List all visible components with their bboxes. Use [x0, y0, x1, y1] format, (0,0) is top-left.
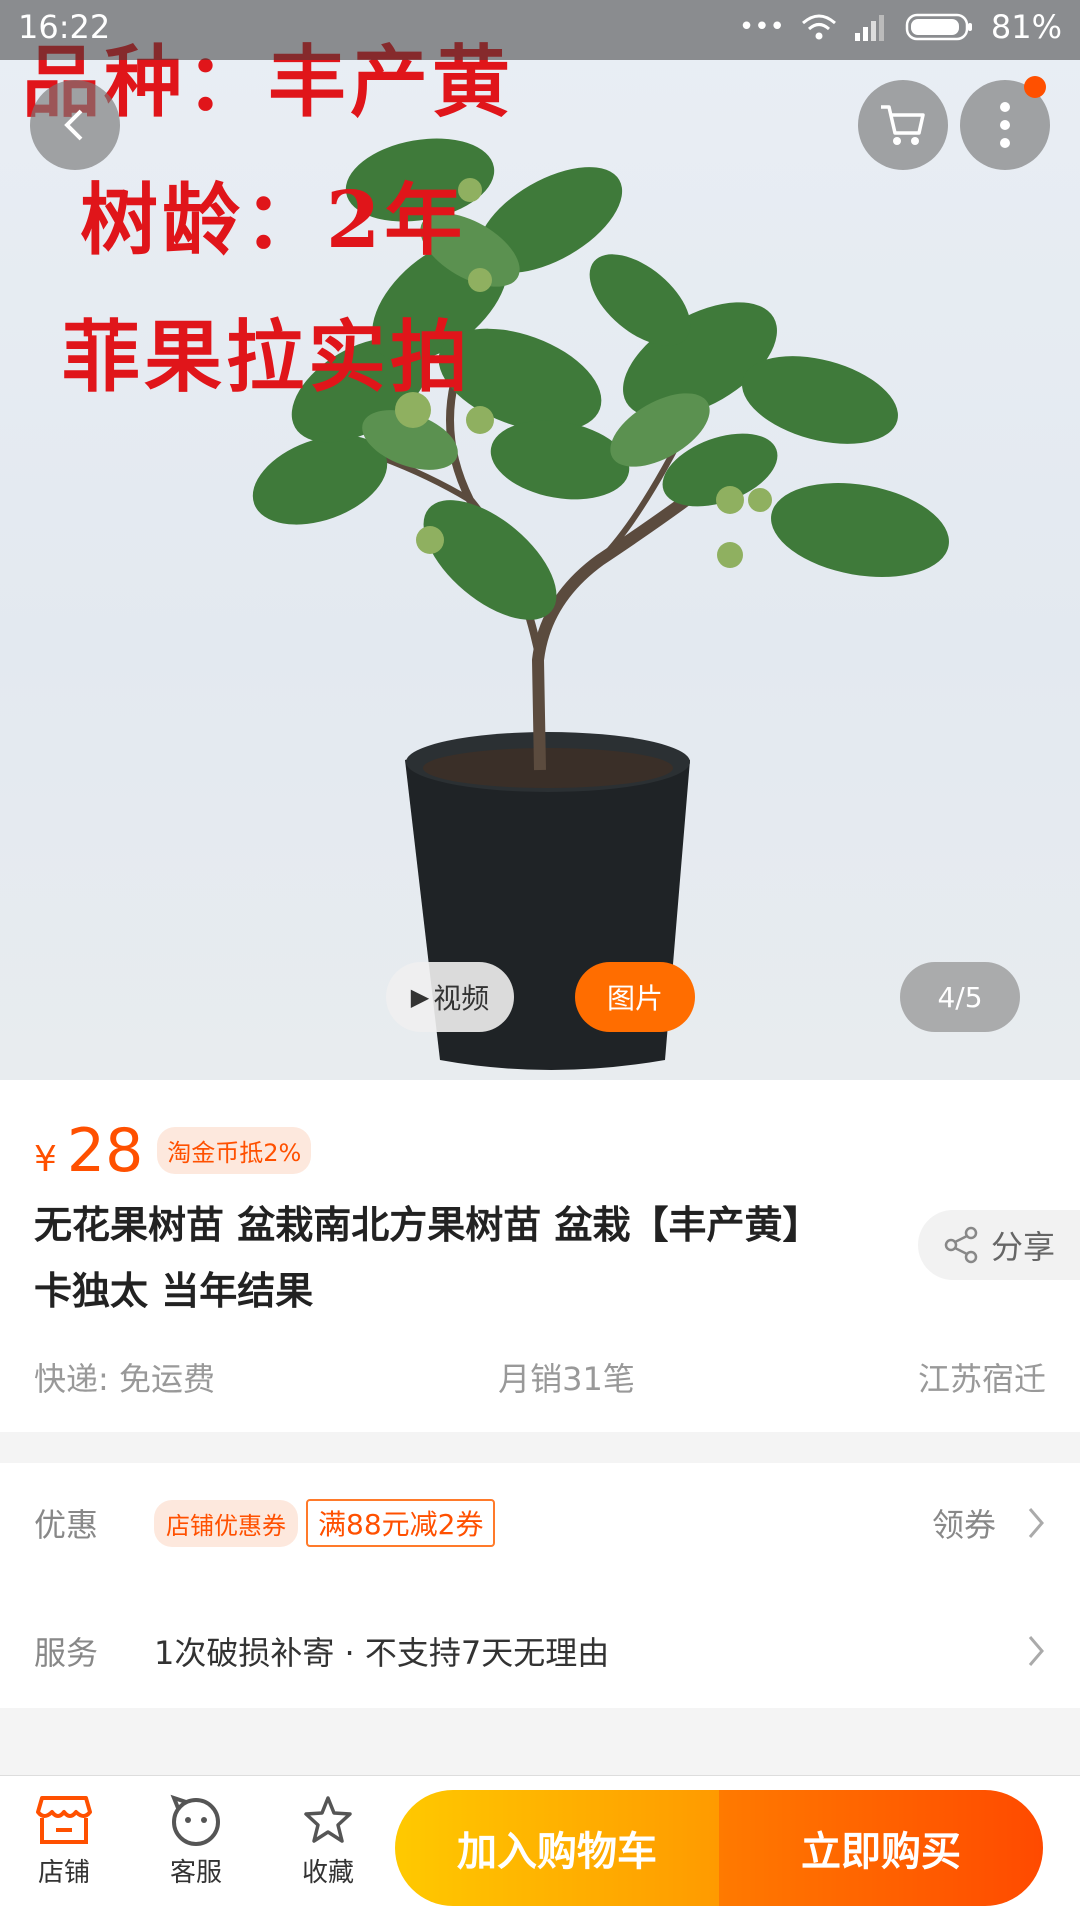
coupon-tag: 满88元减2券	[306, 1499, 496, 1547]
product-image-carousel[interactable]: 品种：丰产黄 树龄：2年 菲果拉实拍 ▶ 视频 图片 4/5	[0, 0, 1080, 1080]
share-label: 分享	[990, 1228, 1055, 1266]
service-row[interactable]: 服务 1次破损补寄 · 不支持7天无理由	[34, 1611, 1046, 1691]
more-vertical-icon	[1000, 102, 1010, 148]
chevron-right-icon	[1028, 1636, 1044, 1666]
favorite-label: 收藏	[301, 1858, 354, 1888]
store-icon	[36, 1796, 92, 1844]
price-row: ¥ 28 淘金币抵2%	[34, 1116, 312, 1186]
back-arrow-icon	[64, 109, 83, 141]
shop-coupon-tag: 店铺优惠券	[154, 1499, 298, 1547]
monthly-sales: 月销31笔	[498, 1360, 635, 1398]
promotions-label: 优惠	[34, 1506, 99, 1544]
promotions-row[interactable]: 优惠 店铺优惠券 满88元减2券 领券	[34, 1483, 1046, 1563]
wifi-icon	[801, 14, 836, 40]
image-counter-text: 4/5	[937, 980, 983, 1014]
product-title: 无花果树苗 盆栽南北方果树苗 盆栽【丰产黄】卡独太 当年结果	[34, 1203, 821, 1313]
video-tab[interactable]: ▶ 视频	[386, 962, 514, 1032]
cart-icon	[881, 105, 925, 145]
notification-dot	[1024, 76, 1046, 98]
service-label: 服务	[34, 1634, 99, 1672]
coin-discount-tag: 淘金币抵2%	[157, 1127, 312, 1174]
service-items: 1次破损补寄 · 不支持7天无理由	[154, 1634, 610, 1672]
overlay-age: 树龄：2年	[80, 175, 467, 266]
price-value: 28	[66, 1116, 144, 1186]
image-tab[interactable]: 图片	[575, 962, 695, 1032]
shop-tab[interactable]: 店铺	[14, 1794, 114, 1889]
get-coupon-link[interactable]: 领券	[932, 1500, 996, 1546]
product-meta: 快递: 免运费 月销31笔 江苏宿迁	[34, 1354, 1046, 1400]
shop-label: 店铺	[37, 1858, 90, 1888]
status-bar: 16:22 ••• 81%	[0, 0, 1080, 60]
status-time: 16:22	[18, 8, 111, 46]
customer-service-tab[interactable]: 客服	[146, 1794, 246, 1889]
ship-from-location: 江苏宿迁	[917, 1360, 1046, 1398]
customer-service-label: 客服	[169, 1858, 222, 1888]
cart-button[interactable]	[858, 80, 948, 170]
image-counter: 4/5	[900, 962, 1020, 1032]
more-dots-icon: •••	[738, 12, 785, 42]
add-to-cart-button[interactable]: 加入购物车	[395, 1790, 719, 1906]
share-icon	[944, 1226, 978, 1264]
battery-icon	[905, 13, 972, 41]
battery-percent: 81%	[990, 8, 1062, 46]
currency-symbol: ¥	[34, 1139, 57, 1180]
chat-face-icon	[170, 1794, 220, 1846]
video-tab-label: 视频	[433, 982, 490, 1015]
play-icon: ▶	[410, 983, 430, 1011]
overlay-caption: 菲果拉实拍	[62, 312, 473, 403]
favorite-tab[interactable]: 收藏	[278, 1794, 378, 1889]
share-button[interactable]: 分享	[918, 1210, 1080, 1280]
more-menu-button[interactable]	[960, 76, 1050, 170]
promo-service-panel: 优惠 店铺优惠券 满88元减2券 领券 服务 1次破损补寄 · 不支持7天无理由	[0, 1463, 1080, 1708]
buy-now-label: 立即购买	[801, 1829, 961, 1875]
product-info-card: ¥ 28 淘金币抵2% 无花果树苗 盆栽南北方果树苗 盆栽【丰产黄】卡独太 当年…	[0, 1080, 1080, 1432]
shipping-info: 快递: 免运费	[34, 1360, 215, 1398]
back-button[interactable]	[30, 80, 120, 170]
image-tab-label: 图片	[606, 982, 663, 1015]
bottom-action-bar: 店铺 客服 收藏 加入购物车 立即购买	[0, 1775, 1080, 1921]
add-to-cart-label: 加入购物车	[457, 1829, 657, 1875]
chevron-right-icon	[1028, 1508, 1044, 1538]
status-icons: ••• 81%	[739, 8, 1062, 46]
signal-icon	[854, 15, 884, 41]
star-icon	[304, 1796, 352, 1843]
buy-now-button[interactable]: 立即购买	[719, 1790, 1043, 1906]
